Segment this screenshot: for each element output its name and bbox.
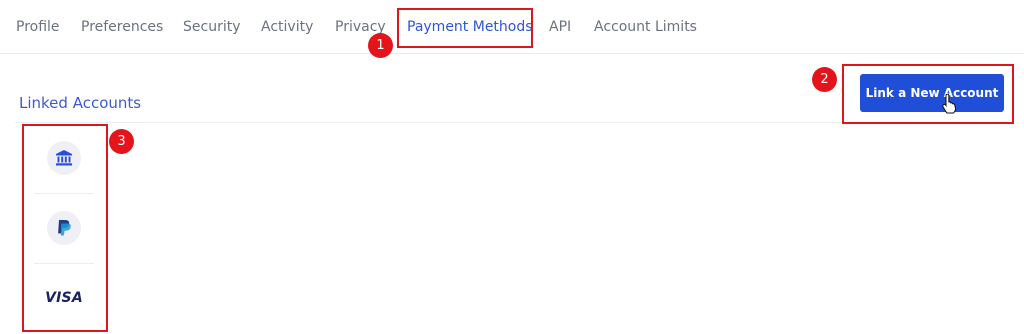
linked-accounts-list: VISA: [22, 124, 106, 332]
hand-cursor-icon: [942, 94, 957, 114]
visa-card-item[interactable]: VISA: [30, 264, 98, 332]
tab-activity[interactable]: Activity: [261, 18, 313, 36]
payment-methods-panel: Linked Accounts Link a New Account: [0, 54, 1024, 334]
tab-api[interactable]: API: [549, 18, 571, 36]
paypal-account-item[interactable]: [30, 194, 98, 262]
tab-preferences[interactable]: Preferences: [81, 18, 163, 36]
tab-security[interactable]: Security: [183, 18, 241, 36]
bank-icon-badge: [47, 141, 81, 175]
paypal-icon: [58, 220, 71, 236]
tab-payment-methods[interactable]: Payment Methods: [407, 18, 533, 36]
visa-icon: VISA: [45, 290, 83, 306]
tab-account-limits[interactable]: Account Limits: [594, 18, 697, 36]
tab-profile[interactable]: Profile: [16, 18, 60, 36]
settings-tab-bar: Profile Preferences Security Activity Pr…: [0, 0, 1024, 54]
link-new-account-button[interactable]: Link a New Account: [860, 74, 1004, 112]
section-title: Linked Accounts: [19, 94, 142, 112]
bank-account-item[interactable]: [30, 124, 98, 192]
tab-privacy[interactable]: Privacy: [335, 18, 386, 36]
paypal-icon-badge: [47, 211, 81, 245]
section-divider: [15, 122, 1004, 123]
bank-icon: [56, 150, 72, 166]
